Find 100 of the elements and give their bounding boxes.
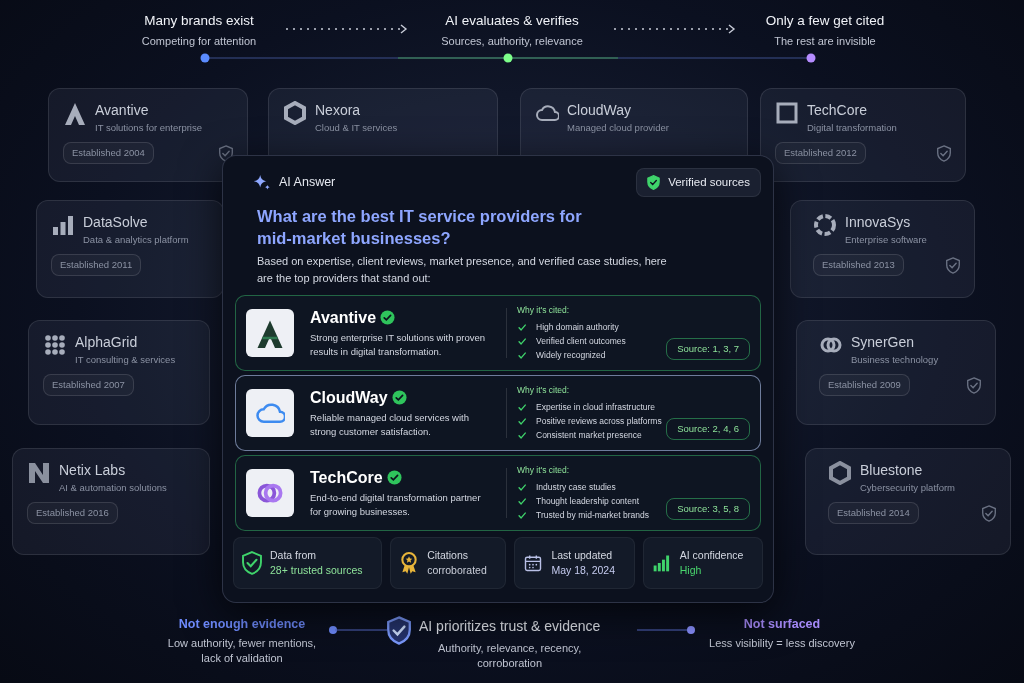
brand-name: InnovaSys <box>845 213 912 231</box>
check-icon <box>517 401 528 413</box>
reason-text: Trusted by mid-market brands <box>536 509 650 523</box>
why-cited-label: Why it's cited: <box>517 464 571 477</box>
source-badge: Source: 2, 4, 6 <box>666 418 750 441</box>
source-badge: Source: 1, 3, 7 <box>666 338 750 361</box>
triangle-logo-icon <box>63 101 87 125</box>
stat-label: Last updated <box>551 548 614 564</box>
bar-chart-logo-icon <box>51 213 75 237</box>
outcome-text: Less visibility = less discovery <box>708 636 856 651</box>
verified-check-icon <box>391 390 407 406</box>
reason-text: Thought leadership content <box>536 495 640 509</box>
shield-check-icon <box>387 616 411 645</box>
brand-name: DataSolve <box>83 213 149 231</box>
established-badge: Established 2014 <box>828 502 919 525</box>
stat-label: AI confidence <box>679 548 744 564</box>
step-subtitle: The rest are invisible <box>773 34 877 49</box>
brand-name: CloudWay <box>567 101 633 119</box>
step-title: Many brands exist <box>143 12 255 30</box>
shield-check-icon <box>242 551 262 576</box>
provider-name: TechCore <box>310 467 383 488</box>
outcome-title: Not surfaced <box>742 616 822 632</box>
brand-tagline: Business technology <box>851 353 939 366</box>
check-icon <box>517 415 528 427</box>
check-icon <box>517 321 528 333</box>
provider-description: End-to-end digital transformation partner for growing businesses. <box>310 490 482 519</box>
why-cited-label: Why it's cited: <box>517 384 571 397</box>
zigzag-logo-icon <box>27 461 51 485</box>
stat-value: High <box>679 563 703 579</box>
step-subtitle: Competing for attention <box>140 34 258 49</box>
check-icon <box>517 429 528 441</box>
trust-text: Authority, relevance, recency, corroboration <box>437 641 583 671</box>
shield-check-icon <box>647 175 661 191</box>
why-cited-label: Why it's cited: <box>517 304 571 317</box>
check-icon <box>517 349 528 361</box>
reason-text: Expertise in cloud infrastructure <box>536 401 656 415</box>
brand-name: TechCore <box>807 101 868 119</box>
question-heading: What are the best IT service providers for mid-market businesses? <box>257 206 583 250</box>
established-badge: Established 2009 <box>819 374 910 397</box>
brand-tagline: Enterprise software <box>845 233 927 246</box>
brand-tagline: Cybersecurity platform <box>860 481 956 494</box>
medal-icon <box>399 551 420 576</box>
established-badge: Established 2007 <box>43 374 134 397</box>
outcome-title: Not enough evidence <box>177 616 307 632</box>
reason-text: Consistent market presence <box>536 429 642 443</box>
provider-name: CloudWay <box>310 387 388 408</box>
brand-name: SynerGen <box>851 333 916 351</box>
provider-name: Avantive <box>310 307 377 328</box>
brand-name: AlphaGrid <box>75 333 139 351</box>
check-icon <box>517 495 528 507</box>
step-subtitle: Sources, authority, relevance <box>440 34 584 49</box>
hexagon-logo-icon <box>828 461 852 485</box>
hexagon-logo-icon <box>283 101 307 125</box>
stat-value: 28+ trusted sources <box>270 563 363 579</box>
brand-tagline: Cloud & IT services <box>315 121 398 134</box>
sparkle-icon <box>253 173 271 192</box>
brand-tagline: AI & automation solutions <box>59 481 167 494</box>
stat-value: May 18, 2024 <box>551 563 616 579</box>
brand-tagline: Digital transformation <box>807 121 897 134</box>
connector-dot-icon <box>637 624 697 636</box>
check-icon <box>517 509 528 521</box>
brand-name: Bluestone <box>860 461 924 479</box>
established-badge: Established 2004 <box>63 142 154 165</box>
reason-text: Verified client outcomes <box>536 335 626 349</box>
verified-sources-badge: Verified sources <box>636 168 761 198</box>
provider-description: Reliable managed cloud services with strong customer satisfaction. <box>310 410 470 439</box>
step-title: AI evaluates & verifies <box>444 12 580 30</box>
check-icon <box>517 481 528 493</box>
outcome-text: Low authority, fewer mentions, lack of validation <box>166 636 318 666</box>
provider-description: Strong enterprise IT solutions with proven results in digital transformation. <box>310 330 487 359</box>
brand-tagline: Data & analytics platform <box>83 233 189 246</box>
established-badge: Established 2011 <box>51 254 142 277</box>
ring-logo-icon <box>813 213 837 237</box>
reason-text: High domain authority <box>536 321 619 335</box>
brand-name: Netix Labs <box>59 461 127 479</box>
reason-text: Industry case studies <box>536 481 616 495</box>
established-badge: Established 2013 <box>813 254 904 277</box>
established-badge: Established 2012 <box>775 142 866 165</box>
verified-check-icon <box>380 310 396 326</box>
intro-text: Based on expertise, client reviews, market presence, and verified case studies, here are the top providers that stand out: <box>257 254 667 287</box>
brand-tagline: Managed cloud provider <box>567 121 669 134</box>
brand-tagline: IT consulting & services <box>75 353 176 366</box>
brand-name: Nexora <box>315 101 362 119</box>
panel-title: AI Answer <box>279 174 336 192</box>
reason-text: Positive reviews across platforms <box>536 415 662 429</box>
square-logo-icon <box>775 101 799 125</box>
verified-check-icon <box>386 470 402 486</box>
connector-dot-icon <box>327 624 387 636</box>
source-badge: Source: 3, 5, 8 <box>666 498 750 521</box>
trust-title: AI prioritizes trust & evidence <box>419 617 601 636</box>
dot-grid-logo-icon <box>43 333 67 357</box>
reason-text: Widely recognized <box>536 349 606 363</box>
stat-label: Data from <box>270 548 318 564</box>
brand-name: Avantive <box>95 101 150 119</box>
stat-label: Citations <box>427 548 470 564</box>
check-icon <box>517 335 528 347</box>
brand-tagline: IT solutions for enterprise <box>95 121 202 134</box>
step-title: Only a few get cited <box>764 12 886 30</box>
stat-value: corroborated <box>427 563 487 579</box>
established-badge: Established 2016 <box>27 502 118 525</box>
